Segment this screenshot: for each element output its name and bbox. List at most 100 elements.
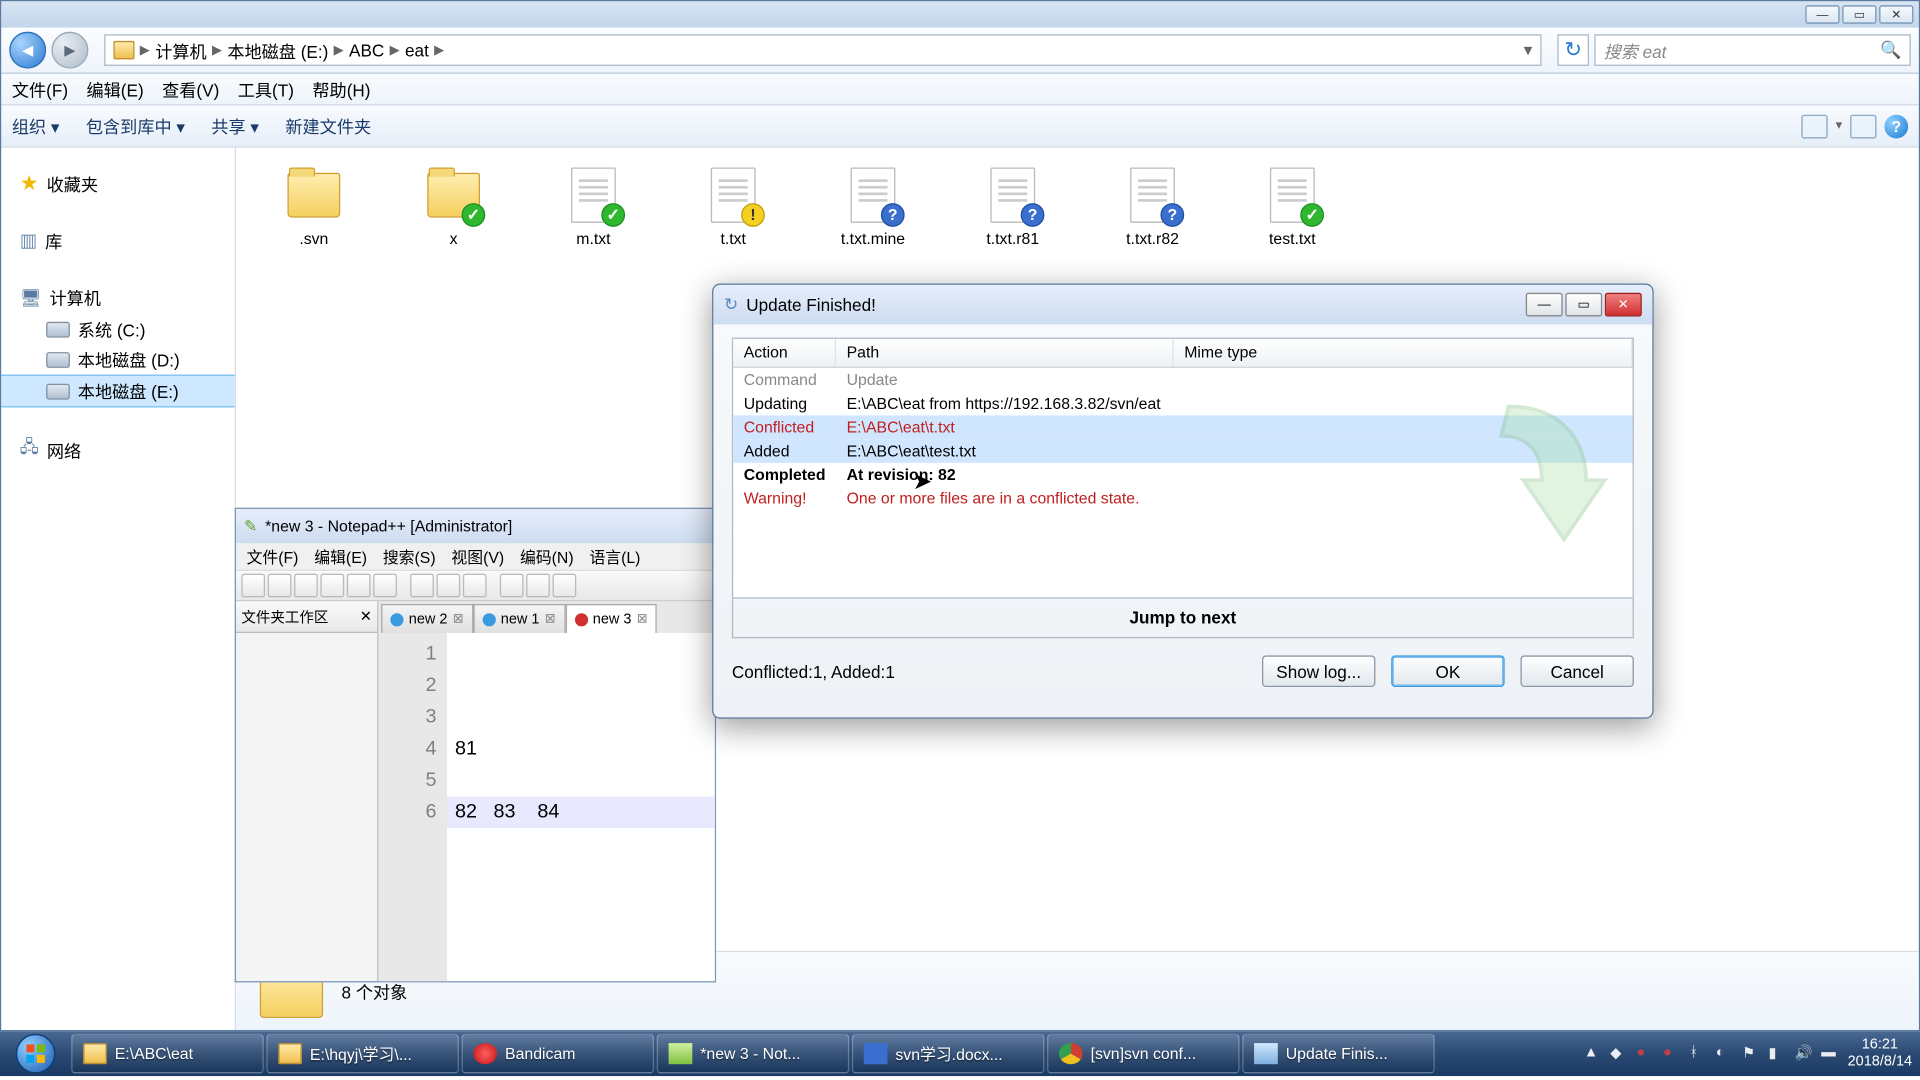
close-button[interactable]: ✕ <box>1605 293 1642 317</box>
file-item[interactable]: !t.txt <box>687 166 779 248</box>
tool-icon[interactable] <box>268 574 292 598</box>
close-tab-icon[interactable]: ⊠ <box>453 612 464 627</box>
tool-icon[interactable] <box>500 574 524 598</box>
jump-to-next[interactable]: Jump to next <box>732 599 1634 639</box>
menu-file[interactable]: 文件(F) <box>12 76 68 101</box>
include-button[interactable]: 包含到库中 ▾ <box>86 113 185 138</box>
breadcrumb-part[interactable]: 本地磁盘 (E:) <box>227 38 328 63</box>
taskbar-item[interactable]: E:\hqyj\学习\... <box>266 1034 459 1074</box>
newfolder-button[interactable]: 新建文件夹 <box>285 113 371 138</box>
npp-menu-item[interactable]: 编码(N) <box>520 545 574 567</box>
tool-icon[interactable] <box>553 574 577 598</box>
log-row[interactable]: CommandUpdate <box>733 368 1632 392</box>
tool-icon[interactable] <box>241 574 265 598</box>
preview-pane-icon[interactable] <box>1850 114 1876 138</box>
sidebar-computer[interactable]: 🖥计算机 <box>1 281 234 314</box>
share-button[interactable]: 共享 ▾ <box>211 113 259 138</box>
tool-icon[interactable] <box>463 574 487 598</box>
tool-icon[interactable] <box>410 574 434 598</box>
network-icon[interactable]: ▮ <box>1768 1044 1786 1062</box>
dialog-titlebar[interactable]: ↻ Update Finished! — ▭ ✕ <box>713 285 1652 325</box>
editor[interactable]: 123456 81 82 83 84 <box>378 633 714 981</box>
volume-icon[interactable]: 🔊 <box>1795 1044 1813 1062</box>
breadcrumb-part[interactable]: 计算机 <box>155 38 206 63</box>
file-item[interactable]: ?t.txt.r81 <box>967 166 1059 248</box>
taskbar-item[interactable]: Update Finis... <box>1242 1034 1435 1074</box>
file-item[interactable]: ?t.txt.r82 <box>1106 166 1198 248</box>
editor-tab[interactable]: new 3⊠ <box>565 604 657 633</box>
system-tray[interactable]: ▲ ◆ ● ● ᚼ ◐ ⚑ ▮ 🔊 ▬ 16:21 2018/8/14 <box>1584 1036 1918 1070</box>
npp-menu-item[interactable]: 语言(L) <box>589 545 640 567</box>
sidebar-network[interactable]: 🖧网络 <box>1 431 234 468</box>
ok-button[interactable]: OK <box>1391 655 1504 687</box>
npp-titlebar[interactable]: ✎ *new 3 - Notepad++ [Administrator] <box>236 509 715 543</box>
file-item[interactable]: ✓x <box>407 166 499 248</box>
code-area[interactable]: 81 82 83 84 <box>447 633 715 981</box>
taskbar-item[interactable]: *new 3 - Not... <box>657 1034 850 1074</box>
back-button[interactable]: ◄ <box>9 32 46 69</box>
organize-button[interactable]: 组织 ▾ <box>12 113 60 138</box>
log-list[interactable]: Action Path Mime type CommandUpdateUpdat… <box>732 338 1634 599</box>
sidebar-library[interactable]: ▥库 <box>1 224 234 257</box>
file-item[interactable]: .svn <box>268 166 360 248</box>
tool-icon[interactable] <box>526 574 550 598</box>
npp-menu-item[interactable]: 文件(F) <box>247 545 299 567</box>
sidebar-drive-e[interactable]: 本地磁盘 (E:) <box>1 375 234 408</box>
start-button[interactable] <box>3 1033 69 1075</box>
close-icon[interactable]: ✕ <box>360 608 372 625</box>
editor-tab[interactable]: new 2⊠ <box>381 604 473 633</box>
bluetooth-icon[interactable]: ᚼ <box>1689 1044 1707 1062</box>
taskbar-item[interactable]: E:\ABC\eat <box>71 1034 264 1074</box>
sidebar-drive-d[interactable]: 本地磁盘 (D:) <box>1 344 234 374</box>
refresh-button[interactable]: ↻ <box>1557 34 1589 66</box>
tray-up-icon[interactable]: ▲ <box>1584 1044 1602 1062</box>
maximize-button[interactable]: ▭ <box>1842 5 1876 23</box>
tool-icon[interactable] <box>320 574 344 598</box>
sidebar-favorites[interactable]: ★收藏夹 <box>1 166 234 200</box>
sidebar-drive-c[interactable]: 系统 (C:) <box>1 314 234 344</box>
showlog-button[interactable]: Show log... <box>1262 655 1375 687</box>
breadcrumb-part[interactable]: ABC <box>349 40 384 60</box>
tool-icon[interactable] <box>373 574 397 598</box>
tray-icon[interactable]: ◆ <box>1610 1044 1628 1062</box>
help-icon[interactable]: ? <box>1884 114 1908 138</box>
menu-view[interactable]: 查看(V) <box>162 76 219 101</box>
breadcrumb[interactable]: ▶ 计算机▶ 本地磁盘 (E:)▶ ABC▶ eat▶ ▾ <box>104 34 1541 66</box>
tool-icon[interactable] <box>347 574 371 598</box>
close-tab-icon[interactable]: ⊠ <box>545 612 556 627</box>
tray-icon[interactable]: ◐ <box>1716 1044 1734 1062</box>
npp-menu-item[interactable]: 搜索(S) <box>383 545 436 567</box>
taskbar-item[interactable]: svn学习.docx... <box>852 1034 1045 1074</box>
taskbar-item[interactable]: Bandicam <box>462 1034 655 1074</box>
search-input[interactable]: 搜索 eat 🔍 <box>1594 34 1910 66</box>
maximize-button[interactable]: ▭ <box>1565 293 1602 317</box>
col-mime[interactable]: Mime type <box>1174 339 1633 367</box>
file-item[interactable]: ✓test.txt <box>1246 166 1338 248</box>
breadcrumb-part[interactable]: eat <box>405 40 429 60</box>
taskbar-item[interactable]: [svn]svn conf... <box>1047 1034 1240 1074</box>
col-action[interactable]: Action <box>733 339 836 367</box>
menu-tools[interactable]: 工具(T) <box>238 76 294 101</box>
tray-icon[interactable]: ● <box>1663 1044 1681 1062</box>
file-item[interactable]: ✓m.txt <box>547 166 639 248</box>
view-options-icon[interactable] <box>1801 114 1827 138</box>
menu-help[interactable]: 帮助(H) <box>312 76 370 101</box>
col-path[interactable]: Path <box>836 339 1174 367</box>
action-center-icon[interactable]: ⚑ <box>1742 1044 1760 1062</box>
tool-icon[interactable] <box>436 574 460 598</box>
clock[interactable]: 16:21 2018/8/14 <box>1848 1036 1913 1070</box>
npp-menu-item[interactable]: 视图(V) <box>451 545 504 567</box>
npp-menu-item[interactable]: 编辑(E) <box>314 545 367 567</box>
cancel-button[interactable]: Cancel <box>1520 655 1633 687</box>
battery-icon[interactable]: ▬ <box>1821 1044 1839 1062</box>
minimize-button[interactable]: — <box>1526 293 1563 317</box>
minimize-button[interactable]: — <box>1805 5 1839 23</box>
editor-tab[interactable]: new 1⊠ <box>473 604 565 633</box>
close-tab-icon[interactable]: ⊠ <box>637 612 648 627</box>
close-button[interactable]: ✕ <box>1879 5 1913 23</box>
menu-edit[interactable]: 编辑(E) <box>87 76 144 101</box>
tool-icon[interactable] <box>294 574 318 598</box>
file-item[interactable]: ?t.txt.mine <box>827 166 919 248</box>
forward-button[interactable]: ► <box>51 32 88 69</box>
tray-icon[interactable]: ● <box>1637 1044 1655 1062</box>
